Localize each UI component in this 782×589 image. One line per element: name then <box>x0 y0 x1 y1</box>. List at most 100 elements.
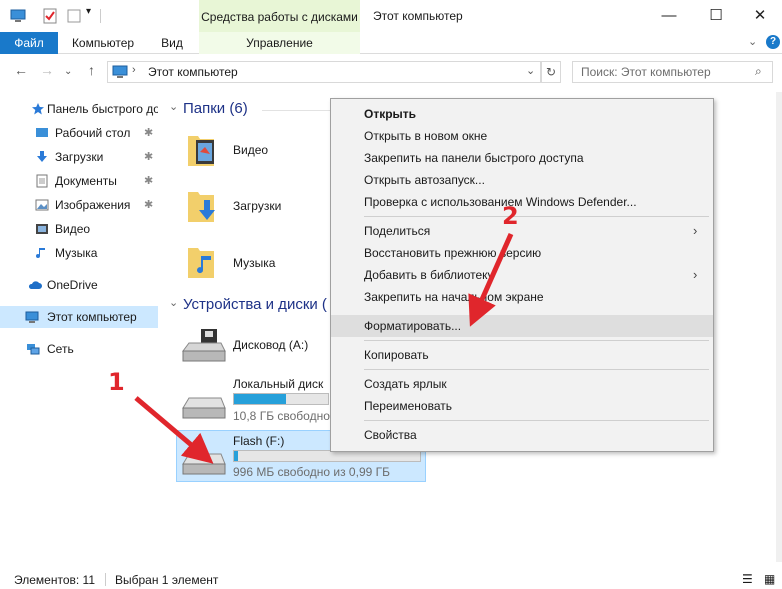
sidebar-item-desktop[interactable]: Рабочий стол ✱ <box>0 122 158 144</box>
video-icon <box>36 224 48 234</box>
submenu-arrow-icon: › <box>693 223 698 238</box>
drive-usage-bar <box>233 393 329 405</box>
devices-group-header[interactable]: Устройства и диски ( <box>183 296 327 313</box>
pin-icon: ✱ <box>144 127 154 139</box>
details-view-icon[interactable]: ☰ <box>742 572 753 586</box>
folder-label[interactable]: Видео <box>233 143 268 157</box>
videos-folder-icon[interactable] <box>186 130 216 168</box>
menu-item-add-to-library[interactable]: Добавить в библиотеку › <box>331 264 713 286</box>
usb-drive-icon[interactable] <box>181 448 227 478</box>
tab-file[interactable]: Файл <box>0 32 58 54</box>
cloud-icon <box>28 281 42 289</box>
sidebar-item-label: Сеть <box>47 342 74 356</box>
computer-icon <box>112 65 128 78</box>
sidebar-item-downloads[interactable]: Загрузки ✱ <box>0 146 158 168</box>
collapse-chevron-icon[interactable]: ⌄ <box>169 100 178 113</box>
menu-separator <box>364 340 709 341</box>
submenu-arrow-icon: › <box>693 267 698 282</box>
collapse-chevron-icon[interactable]: ⌄ <box>169 296 178 309</box>
close-button[interactable]: ✕ <box>738 0 782 32</box>
sidebar-item-label: Загрузки <box>55 150 104 164</box>
minimize-button[interactable]: — <box>647 0 691 32</box>
sidebar-item-music[interactable]: Музыка <box>0 242 158 264</box>
menu-separator <box>364 216 709 217</box>
breadcrumb-chevron-icon[interactable]: › <box>132 64 136 76</box>
up-arrow-icon[interactable]: ↑ <box>88 62 95 78</box>
sidebar-item-documents[interactable]: Документы ✱ <box>0 170 158 192</box>
downloads-folder-icon[interactable] <box>186 186 216 224</box>
menu-item-pin-start[interactable]: Закрепить на начальном экране <box>331 286 713 308</box>
expand-ribbon-icon[interactable]: ⌄ <box>748 35 757 48</box>
group-divider <box>262 110 330 111</box>
music-folder-icon[interactable] <box>186 242 216 280</box>
image-icon <box>35 199 49 211</box>
tab-view[interactable]: Вид <box>152 32 192 54</box>
ribbon-tabs: Файл Компьютер Вид Управление ⌄ ? <box>0 32 782 54</box>
star-icon <box>32 103 44 115</box>
tab-computer[interactable]: Компьютер <box>64 32 142 54</box>
back-arrow-icon[interactable]: ← <box>14 62 28 78</box>
menu-item-open-new-window[interactable]: Открыть в новом окне <box>331 125 713 147</box>
menu-item-defender-scan[interactable]: Проверка с использованием Windows Defend… <box>331 191 713 213</box>
menu-separator <box>364 369 709 370</box>
drive-free-space: 996 МБ свободно из 0,99 ГБ <box>233 465 390 479</box>
context-menu: Открыть Открыть в новом окне Закрепить н… <box>330 98 714 452</box>
folder-label[interactable]: Загрузки <box>233 199 281 213</box>
sidebar-item-label: Изображения <box>55 198 131 212</box>
menu-item-properties[interactable]: Свойства <box>331 424 713 446</box>
menu-item-pin-quick-access[interactable]: Закрепить на панели быстрого доступа <box>331 147 713 169</box>
menu-item-rename[interactable]: Переименовать <box>331 395 713 417</box>
address-dropdown-icon[interactable]: ⌄ <box>526 64 535 77</box>
menu-separator <box>364 420 709 421</box>
drive-tools-tab: Средства работы с дисками <box>199 0 360 34</box>
new-folder-icon[interactable] <box>66 8 82 24</box>
sidebar-item-label: Рабочий стол <box>55 126 131 140</box>
address-bar[interactable]: › Этот компьютер ⌄ <box>107 61 541 83</box>
sidebar-item-label: Этот компьютер <box>47 310 137 324</box>
menu-item-copy[interactable]: Копировать <box>331 344 713 366</box>
search-icon[interactable]: ⌕ <box>755 64 762 79</box>
menu-item-autoplay[interactable]: Открыть автозапуск... <box>331 169 713 191</box>
menu-item-share[interactable]: Поделиться › <box>331 220 713 242</box>
menu-item-label: Добавить в библиотеку <box>364 268 494 282</box>
menu-item-restore-versions[interactable]: Восстановить прежнюю версию <box>331 242 713 264</box>
sidebar-item-label: Панель быстрого доступа <box>47 102 158 116</box>
tab-manage[interactable]: Управление <box>199 32 360 54</box>
hard-drive-icon[interactable] <box>181 392 227 422</box>
menu-item-format[interactable]: Форматировать... <box>331 315 713 337</box>
search-placeholder: Поиск: Этот компьютер <box>581 65 711 79</box>
sidebar-item-videos[interactable]: Видео <box>0 218 158 240</box>
refresh-icon[interactable]: ↻ <box>541 61 561 83</box>
sidebar-item-label: Музыка <box>55 246 98 260</box>
sidebar-item-network[interactable]: Сеть <box>0 338 158 360</box>
properties-icon[interactable] <box>42 8 58 24</box>
search-input[interactable]: Поиск: Этот компьютер ⌕ <box>572 61 773 83</box>
recent-locations-icon[interactable]: ⌄ <box>64 66 72 77</box>
drive-label[interactable]: Дисковод (A:) <box>233 338 308 352</box>
folders-group-header[interactable]: Папки (6) <box>183 100 248 117</box>
annotation-step-1: 1 <box>108 368 125 396</box>
forward-arrow-icon[interactable]: → <box>40 62 54 78</box>
download-icon <box>37 151 47 162</box>
drive-label[interactable]: Flash (F:) <box>233 434 284 448</box>
sidebar-item-label: Документы <box>55 174 117 188</box>
menu-item-create-shortcut[interactable]: Создать ярлык <box>331 373 713 395</box>
pin-icon: ✱ <box>144 151 154 163</box>
menu-item-open[interactable]: Открыть <box>331 103 713 125</box>
drive-usage-fill <box>234 451 238 461</box>
vertical-scrollbar[interactable] <box>776 92 782 562</box>
desktop-icon <box>36 128 48 137</box>
folder-label[interactable]: Музыка <box>233 256 275 270</box>
document-icon <box>36 174 48 188</box>
sidebar-item-quick-access[interactable]: Панель быстрого доступа <box>0 98 158 120</box>
maximize-button[interactable]: ☐ <box>694 0 738 32</box>
floppy-drive-icon[interactable] <box>181 327 227 365</box>
breadcrumb[interactable]: Этот компьютер <box>148 65 238 79</box>
computer-icon[interactable] <box>10 8 26 24</box>
help-icon[interactable]: ? <box>766 35 780 49</box>
sidebar-item-this-pc[interactable]: Этот компьютер <box>0 306 158 328</box>
sidebar-item-onedrive[interactable]: OneDrive <box>0 274 158 296</box>
drive-label[interactable]: Локальный диск <box>233 377 323 391</box>
sidebar-item-pictures[interactable]: Изображения ✱ <box>0 194 158 216</box>
tiles-view-icon[interactable]: ▦ <box>764 572 775 586</box>
